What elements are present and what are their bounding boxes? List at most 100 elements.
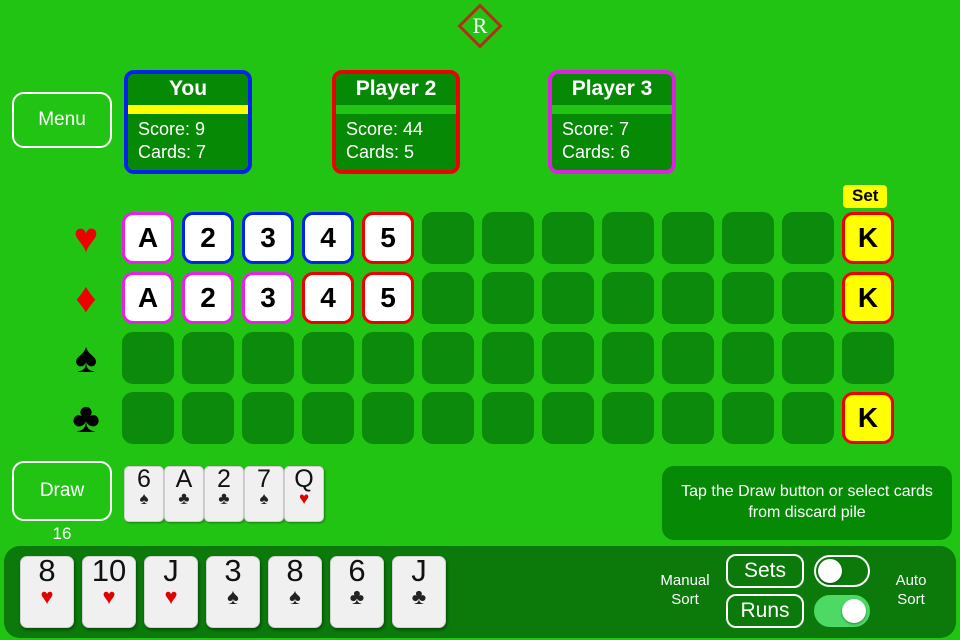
meld-empty-slot[interactable] xyxy=(482,212,534,264)
player-stats: Score: 44 Cards: 5 xyxy=(336,113,456,170)
hand-card[interactable]: 10 ♥ xyxy=(82,554,136,628)
hand-card[interactable]: J ♥ xyxy=(144,554,198,628)
clubs-suit-icon: ♣ xyxy=(72,394,100,441)
meld-empty-slot[interactable] xyxy=(782,212,834,264)
meld-empty-slot[interactable] xyxy=(722,392,774,444)
discard-card[interactable]: 6 ♠ xyxy=(124,466,164,522)
sets-auto-sort-toggle[interactable] xyxy=(814,555,870,587)
runs-button-label: Runs xyxy=(740,599,790,622)
card-suit-icon: ♠ xyxy=(227,583,239,609)
meld-empty-slot[interactable] xyxy=(602,392,654,444)
meld-empty-slot[interactable] xyxy=(542,392,594,444)
meld-empty-slot[interactable] xyxy=(722,212,774,264)
meld-card[interactable]: 3 xyxy=(242,272,294,324)
active-turn-bar xyxy=(128,104,248,114)
game-screen: R Menu You Score: 9 Cards: 7 Player 2 Sc… xyxy=(0,0,960,640)
player-name: You xyxy=(128,74,248,105)
meld-empty-slot[interactable] xyxy=(602,332,654,384)
meld-empty-slot[interactable] xyxy=(422,272,474,324)
hand-card[interactable]: 8 ♠ xyxy=(268,554,322,628)
meld-card[interactable]: 4 xyxy=(302,272,354,324)
card-suit-icon: ♠ xyxy=(289,583,301,609)
runs-button[interactable]: Runs xyxy=(726,594,804,628)
meld-card[interactable]: 5 xyxy=(362,212,414,264)
meld-empty-slot[interactable] xyxy=(782,332,834,384)
discard-card[interactable]: 7 ♠ xyxy=(244,466,284,522)
meld-card[interactable]: 2 xyxy=(182,272,234,324)
meld-empty-slot[interactable] xyxy=(482,332,534,384)
meld-empty-slot[interactable] xyxy=(542,332,594,384)
toggle-knob xyxy=(818,559,842,583)
meld-empty-slot[interactable] xyxy=(122,332,174,384)
meld-card[interactable]: 4 xyxy=(302,212,354,264)
hand-card[interactable]: 3 ♠ xyxy=(206,553,260,628)
meld-empty-slot[interactable] xyxy=(242,392,294,444)
player-name: Player 2 xyxy=(336,74,456,105)
meld-empty-slot[interactable] xyxy=(422,212,474,264)
hand-card[interactable]: J ♣ xyxy=(392,554,446,628)
player-name: Player 3 xyxy=(552,74,672,105)
meld-empty-slot[interactable] xyxy=(362,392,414,444)
card-rank: 3 xyxy=(224,553,242,588)
meld-empty-slot[interactable] xyxy=(842,332,894,384)
meld-empty-slot[interactable] xyxy=(182,392,234,444)
player-cards: Cards: 5 xyxy=(346,141,415,162)
diamonds-suit-icon: ♦ xyxy=(75,274,97,321)
player-stats: Score: 9 Cards: 7 xyxy=(128,113,248,170)
meld-empty-slot[interactable] xyxy=(602,212,654,264)
meld-card[interactable]: K xyxy=(842,392,894,444)
discard-card[interactable]: A ♣ xyxy=(164,466,204,522)
hand-card[interactable]: 8 ♥ xyxy=(20,553,74,628)
card-suit-icon: ♥ xyxy=(164,583,178,609)
meld-empty-slot[interactable] xyxy=(302,392,354,444)
meld-card[interactable]: A xyxy=(122,272,174,324)
draw-button[interactable]: Draw xyxy=(12,461,112,521)
menu-button[interactable]: Menu xyxy=(12,92,112,148)
meld-empty-slot[interactable] xyxy=(542,212,594,264)
spades-suit-icon: ♠ xyxy=(74,334,98,381)
card-rank: 8 xyxy=(38,553,56,588)
hand-card[interactable]: 6 ♣ xyxy=(330,554,384,628)
meld-empty-slot[interactable] xyxy=(242,332,294,384)
meld-empty-slot[interactable] xyxy=(722,272,774,324)
meld-empty-slot[interactable] xyxy=(422,332,474,384)
card-suit-icon: ♠ xyxy=(259,489,269,509)
player-panel-you[interactable]: You Score: 9 Cards: 7 xyxy=(124,70,252,174)
discard-card[interactable]: 2 ♣ xyxy=(204,466,244,522)
player-panel-player-3[interactable]: Player 3 Score: 7 Cards: 6 xyxy=(548,70,676,174)
meld-empty-slot[interactable] xyxy=(662,272,714,324)
meld-empty-slot[interactable] xyxy=(542,272,594,324)
card-suit-icon: ♠ xyxy=(139,489,149,509)
auto-sort-label-line1: Auto xyxy=(895,572,927,590)
player-panel-player-2[interactable]: Player 2 Score: 44 Cards: 5 xyxy=(332,70,460,174)
meld-card[interactable]: K xyxy=(842,212,894,264)
player-hand[interactable]: 8 ♥ 10 ♥ J ♥ 3 ♠ 8 ♠ 6 ♣ J ♣ xyxy=(20,553,446,628)
meld-empty-slot[interactable] xyxy=(482,392,534,444)
meld-empty-slot[interactable] xyxy=(602,272,654,324)
discard-card[interactable]: Q ♥ xyxy=(284,466,324,522)
meld-empty-slot[interactable] xyxy=(302,332,354,384)
meld-empty-slot[interactable] xyxy=(182,332,234,384)
meld-card[interactable]: 5 xyxy=(362,272,414,324)
meld-card[interactable]: A xyxy=(122,212,174,264)
meld-card[interactable]: 3 xyxy=(242,212,294,264)
runs-auto-sort-toggle[interactable] xyxy=(814,595,870,627)
meld-empty-slot[interactable] xyxy=(662,332,714,384)
meld-empty-slot[interactable] xyxy=(122,392,174,444)
meld-empty-slot[interactable] xyxy=(362,332,414,384)
meld-card[interactable]: 2 xyxy=(182,212,234,264)
sort-toggles xyxy=(814,555,870,627)
meld-empty-slot[interactable] xyxy=(482,272,534,324)
meld-empty-slot[interactable] xyxy=(782,272,834,324)
meld-empty-slot[interactable] xyxy=(722,332,774,384)
meld-card[interactable]: K xyxy=(842,272,894,324)
meld-empty-slot[interactable] xyxy=(782,392,834,444)
card-suit-icon: ♣ xyxy=(349,583,365,609)
sets-button[interactable]: Sets xyxy=(726,554,804,588)
player-stats: Score: 7 Cards: 6 xyxy=(552,113,672,170)
meld-empty-slot[interactable] xyxy=(422,392,474,444)
discard-pile[interactable]: 6 ♠ A ♣ 2 ♣ 7 ♠ Q ♥ xyxy=(124,466,324,522)
draw-pile-count: 16 xyxy=(52,524,72,543)
meld-empty-slot[interactable] xyxy=(662,212,714,264)
meld-empty-slot[interactable] xyxy=(662,392,714,444)
